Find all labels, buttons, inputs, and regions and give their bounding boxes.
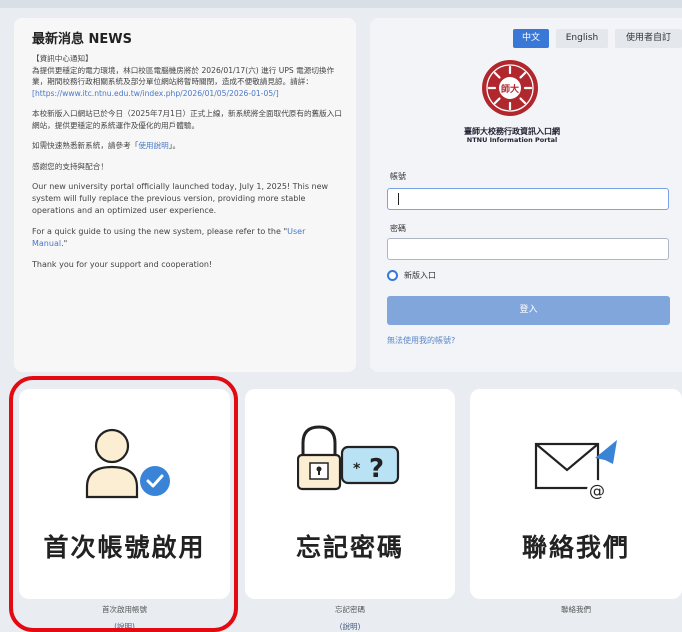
- new-portal-radio-label: 新版入口: [404, 271, 436, 280]
- card-contact-us[interactable]: @ 聯絡我們: [470, 389, 682, 599]
- radio-selected-icon: [387, 270, 398, 281]
- lang-en-button[interactable]: English: [556, 29, 608, 48]
- zh-guide-paragraph: 如需快速熟悉新系統，請參考「使用說明」。: [32, 140, 342, 152]
- en-guide-paragraph: For a quick guide to using the new syste…: [32, 226, 342, 250]
- login-button[interactable]: 登入: [387, 296, 670, 325]
- en-guide-prefix: For a quick guide to using the new syste…: [32, 227, 288, 236]
- forgot-password-help-link[interactable]: (說明): [245, 621, 455, 632]
- zh-guide-suffix: 」。: [168, 141, 181, 150]
- en-launch-text: Our new university portal officially lau…: [32, 182, 329, 215]
- notice-header: 【資訊中心通知】: [32, 54, 93, 63]
- zh-guide-prefix: 如需快速熟悉新系統，請參考「: [32, 141, 139, 150]
- cant-use-account-link[interactable]: 無法使用我的帳號?: [387, 335, 455, 346]
- portal-name-en: NTNU Information Portal: [466, 136, 558, 144]
- contact-us-sub-link[interactable]: 聯絡我們: [470, 604, 682, 615]
- notice-link[interactable]: [https://www.itc.ntnu.edu.tw/index.php/2…: [32, 89, 279, 98]
- forgot-password-sub-link[interactable]: 忘記密碼: [245, 604, 455, 615]
- notice-paragraph: 【資訊中心通知】 為提供更穩定的電力環境，林口校區電腦機房將於 2026/01/…: [32, 53, 342, 99]
- zh-launch-text: 本校新版入口網站已於今日（2025年7月1日）正式上線，新系統將全面取代原有的舊…: [32, 109, 342, 130]
- notice-body: 為提供更穩定的電力環境，林口校區電腦機房將於 2026/01/17(六) 進行 …: [32, 65, 335, 87]
- news-panel: 最新消息 NEWS 【資訊中心通知】 為提供更穩定的電力環境，林口校區電腦機房將…: [14, 18, 356, 372]
- card-forgot-password-label: 忘記密碼: [295, 533, 404, 562]
- account-label: 帳號: [390, 172, 406, 181]
- en-thanks-text: Thank you for your support and cooperati…: [32, 260, 213, 269]
- top-bar: [0, 0, 682, 8]
- lock-question-icon: * ?: [297, 425, 400, 491]
- highlight-annotation: [9, 376, 238, 632]
- news-title: 最新消息 NEWS: [32, 32, 132, 47]
- zh-guide-link[interactable]: 使用說明: [138, 141, 168, 150]
- en-guide-suffix: .": [61, 239, 68, 248]
- zh-thanks-text: 感謝您的支持與配合！: [32, 161, 108, 171]
- password-label: 密碼: [390, 224, 406, 233]
- svg-text:?: ?: [369, 454, 384, 484]
- password-input[interactable]: [387, 238, 669, 260]
- svg-text:*: *: [353, 461, 361, 477]
- lang-zh-button[interactable]: 中文: [513, 29, 549, 48]
- text-caret: [398, 193, 399, 205]
- lang-custom-button[interactable]: 使用者自訂: [615, 29, 682, 48]
- mail-icon: @: [534, 440, 617, 500]
- card-forgot-password[interactable]: * ? 忘記密碼: [245, 389, 455, 599]
- ntnu-seal-logo: 師大: [482, 60, 538, 116]
- new-portal-radio[interactable]: 新版入口: [387, 270, 436, 281]
- account-input[interactable]: [387, 188, 669, 210]
- svg-text:@: @: [589, 481, 605, 500]
- login-panel: 中文 English 使用者自訂 師大 臺師大校務行政資訊入口網 NTNU In…: [370, 18, 682, 372]
- seal-text: 師大: [501, 83, 519, 95]
- card-contact-us-label: 聯絡我們: [521, 533, 630, 562]
